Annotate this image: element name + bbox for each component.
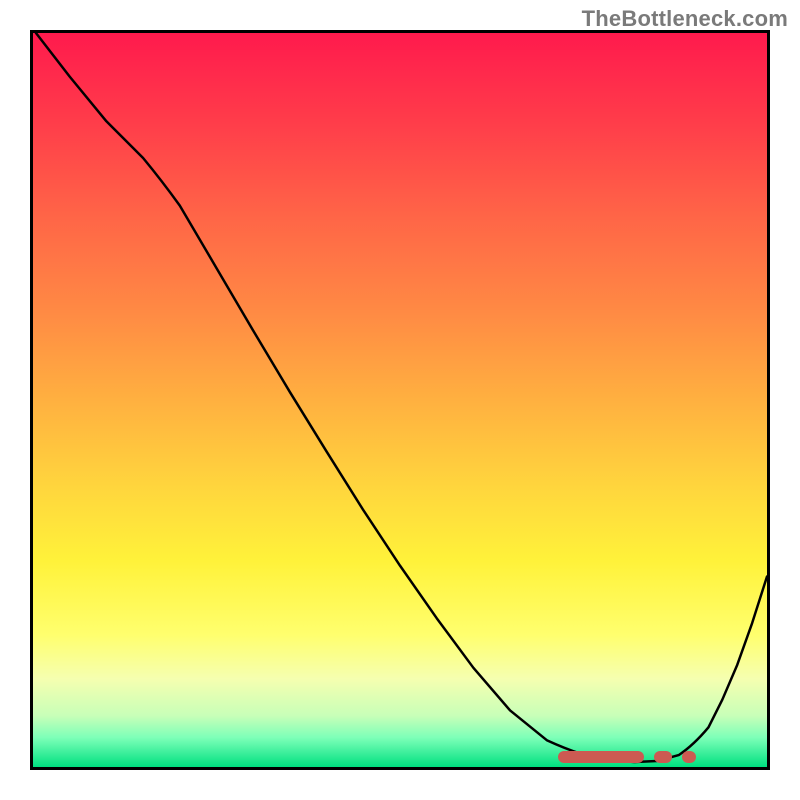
valley-marker-segment <box>558 751 644 763</box>
valley-marker-segment <box>682 751 696 763</box>
plot-frame <box>30 30 770 770</box>
chart-curve-svg <box>33 33 767 767</box>
watermark-text: TheBottleneck.com <box>582 6 788 32</box>
bottleneck-curve <box>36 33 767 762</box>
valley-marker-segment <box>654 751 672 763</box>
